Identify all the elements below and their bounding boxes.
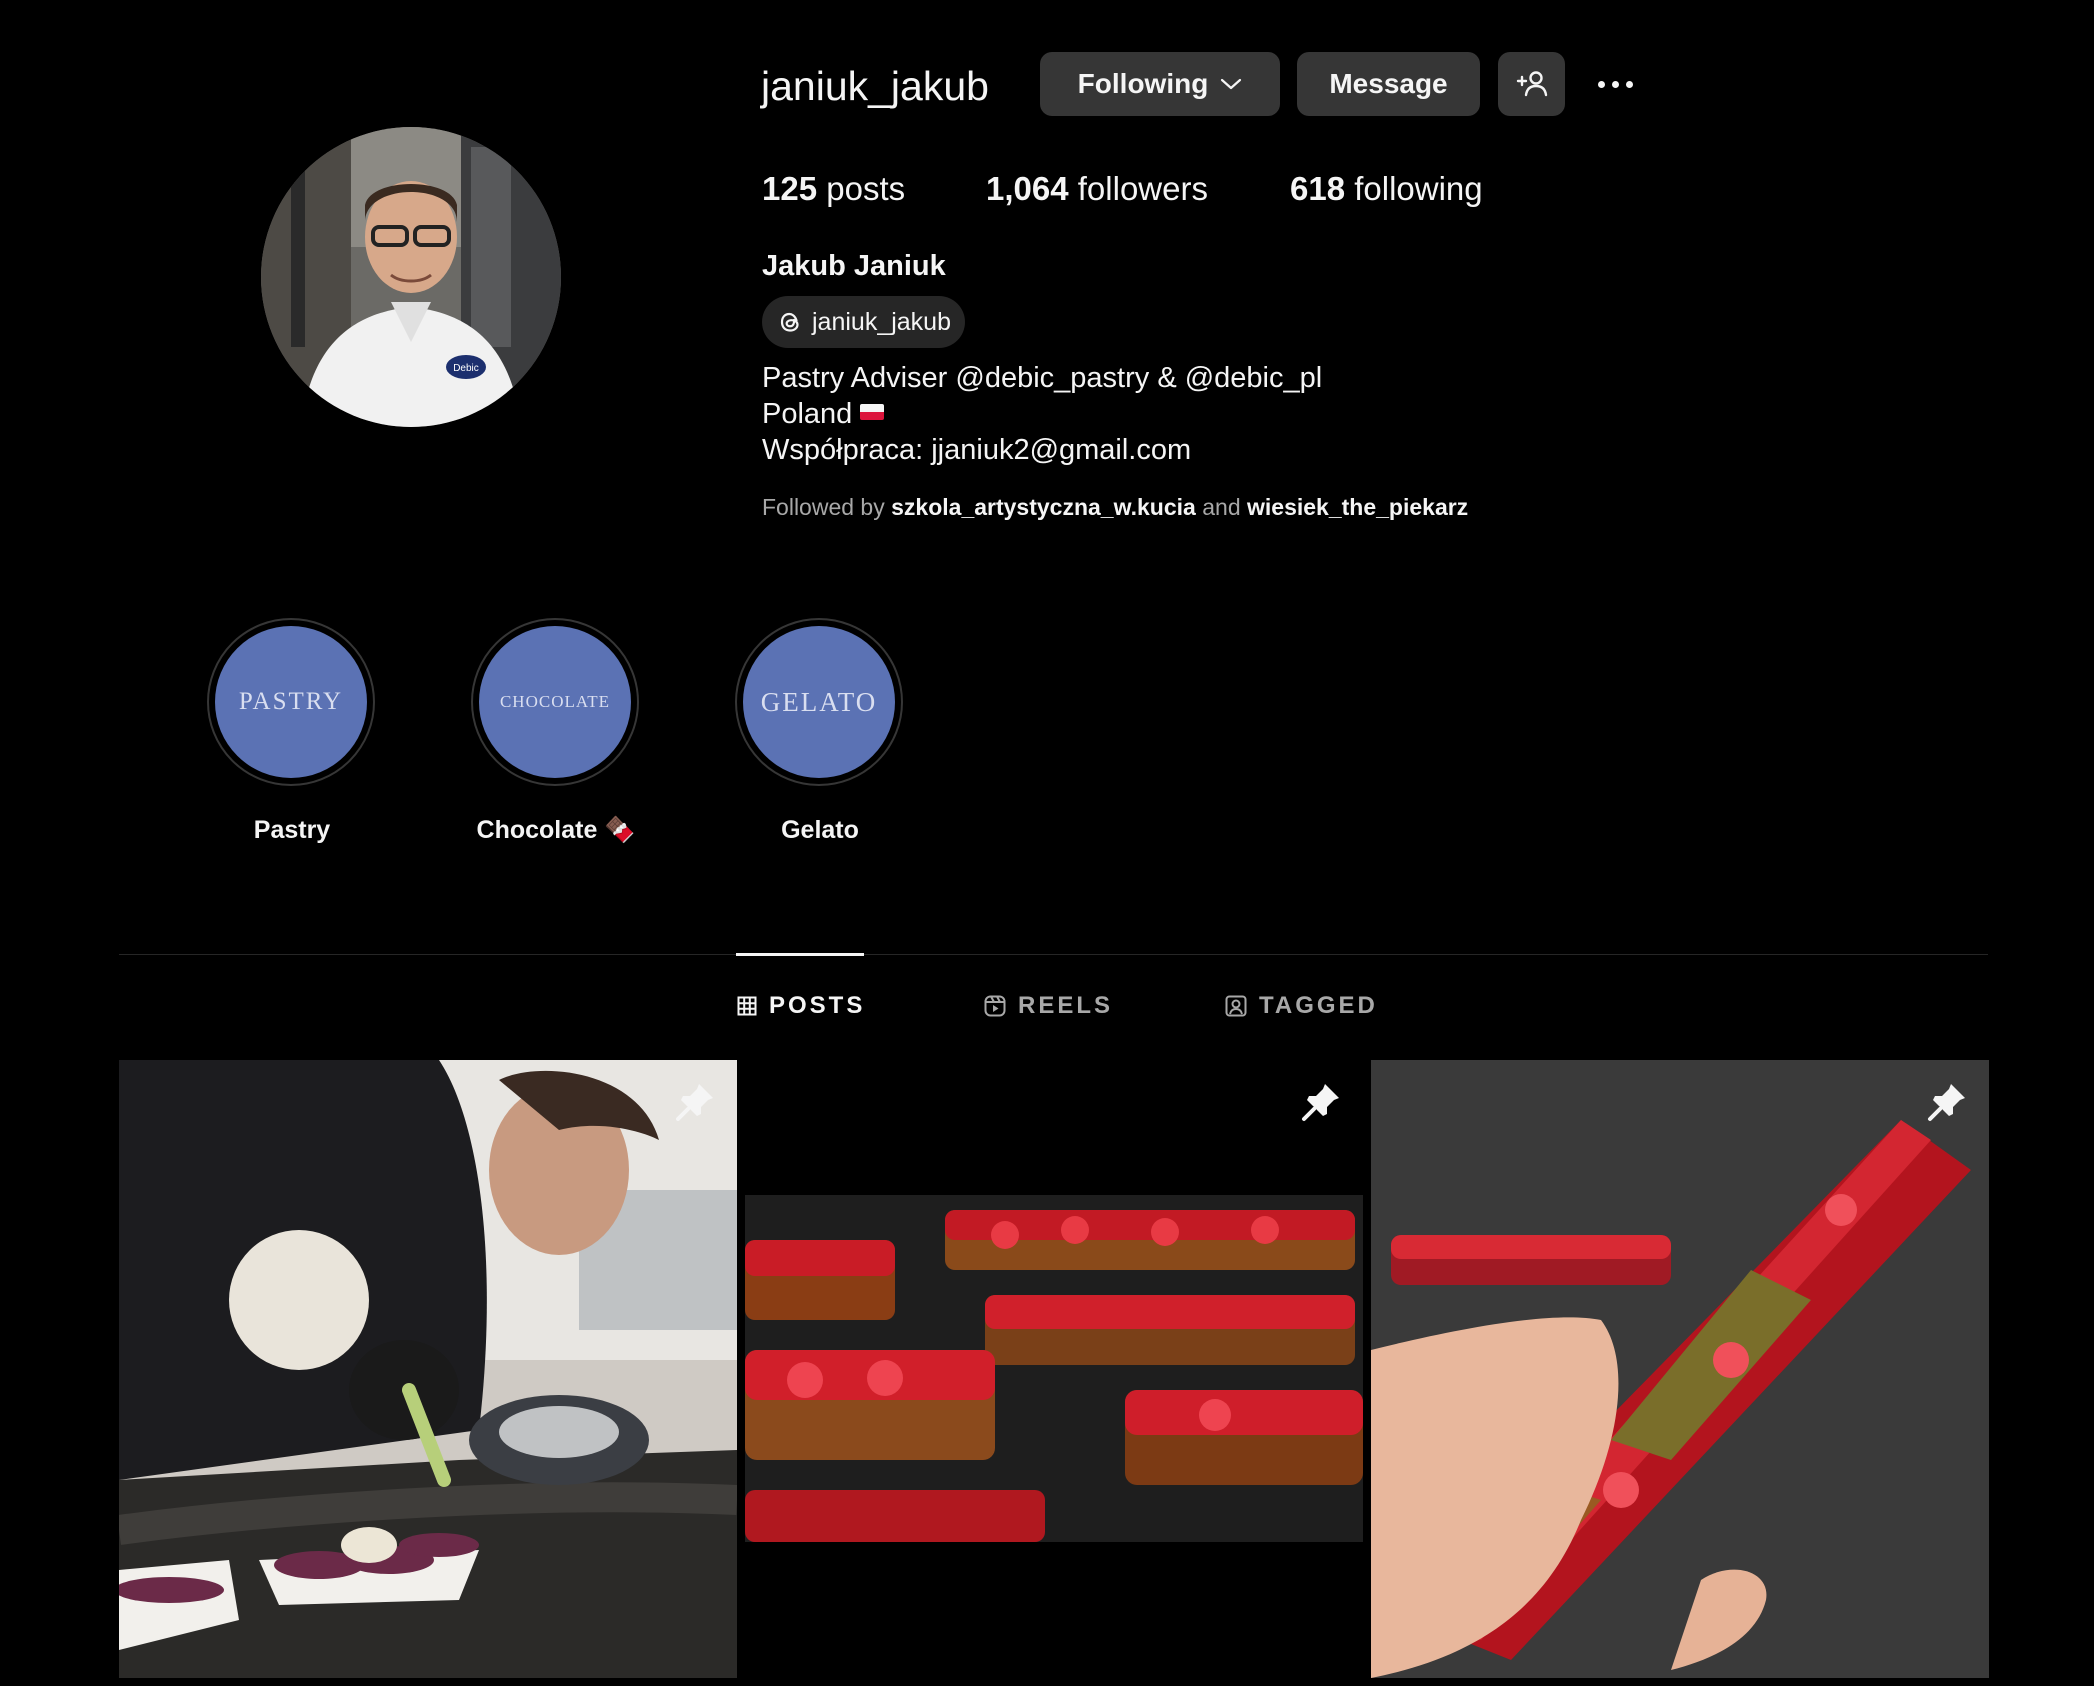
highlight-label: Chocolate 🍫 xyxy=(476,816,636,844)
highlight-cover: CHOCOLATE xyxy=(479,626,631,778)
more-options-icon[interactable] xyxy=(1590,64,1640,104)
pin-icon xyxy=(1928,1084,1965,1121)
bio-line-role: Pastry Adviser @debic_pastry & @debic_pl xyxy=(762,362,1323,394)
suggest-users-button[interactable] xyxy=(1498,52,1565,116)
pin-icon xyxy=(676,1084,713,1121)
followers-count-stat[interactable]: 1,064 followers xyxy=(986,170,1208,208)
post-thumbnail[interactable] xyxy=(745,1060,1363,1678)
highlight-cover: GELATO xyxy=(743,626,895,778)
svg-text:Debic: Debic xyxy=(453,363,479,374)
tagged-icon xyxy=(1225,995,1247,1017)
mutual-follower-link: wiesiek_the_piekarz xyxy=(1247,494,1469,520)
add-user-icon xyxy=(1516,71,1547,97)
following-button-label: Following xyxy=(1077,68,1209,99)
following-count-stat[interactable]: 618 following xyxy=(1290,170,1483,208)
following-button[interactable]: Following xyxy=(1040,52,1280,116)
threads-link[interactable]: janiuk_jakub xyxy=(762,296,965,348)
highlight-chocolate[interactable]: CHOCOLATE Chocolate 🍫 xyxy=(471,618,641,845)
poland-flag-icon xyxy=(860,404,885,421)
profile-username: janiuk_jakub xyxy=(761,63,989,109)
highlight-label: Pastry xyxy=(253,816,331,844)
followed-by-text[interactable]: Followed by szkola_artystyczna_w.kucia a… xyxy=(762,494,1468,521)
tab-reels[interactable]: REELS xyxy=(984,992,1113,1020)
highlight-label: Gelato xyxy=(781,816,859,844)
threads-icon xyxy=(780,312,799,332)
bio-line-country: Poland xyxy=(762,398,885,431)
posts-count-stat: 125 posts xyxy=(762,170,906,207)
tab-posts[interactable]: POSTS xyxy=(737,992,865,1020)
reels-icon xyxy=(984,995,1006,1017)
profile-full-name: Jakub Janiuk xyxy=(762,250,946,282)
message-button[interactable]: Message xyxy=(1297,52,1480,116)
threads-handle: janiuk_jakub xyxy=(812,307,951,336)
active-tab-indicator xyxy=(736,953,864,956)
tabs-divider xyxy=(119,954,1988,955)
bio-line-contact: Współpraca: jjaniuk2@gmail.com xyxy=(762,434,1192,466)
mutual-follower-link: szkola_artystyczna_w.kucia xyxy=(891,494,1196,520)
tab-tagged[interactable]: TAGGED xyxy=(1225,992,1378,1020)
profile-avatar[interactable]: Debic xyxy=(261,127,561,427)
highlight-cover: PASTRY xyxy=(215,626,367,778)
grid-icon xyxy=(737,996,757,1016)
post-thumbnail[interactable] xyxy=(1371,1060,1989,1678)
chevron-down-icon xyxy=(1221,78,1242,90)
pin-icon xyxy=(1302,1084,1339,1121)
highlight-gelato[interactable]: GELATO Gelato xyxy=(735,618,905,845)
post-thumbnail[interactable] xyxy=(119,1060,737,1678)
highlight-pastry[interactable]: PASTRY Pastry xyxy=(207,618,377,845)
